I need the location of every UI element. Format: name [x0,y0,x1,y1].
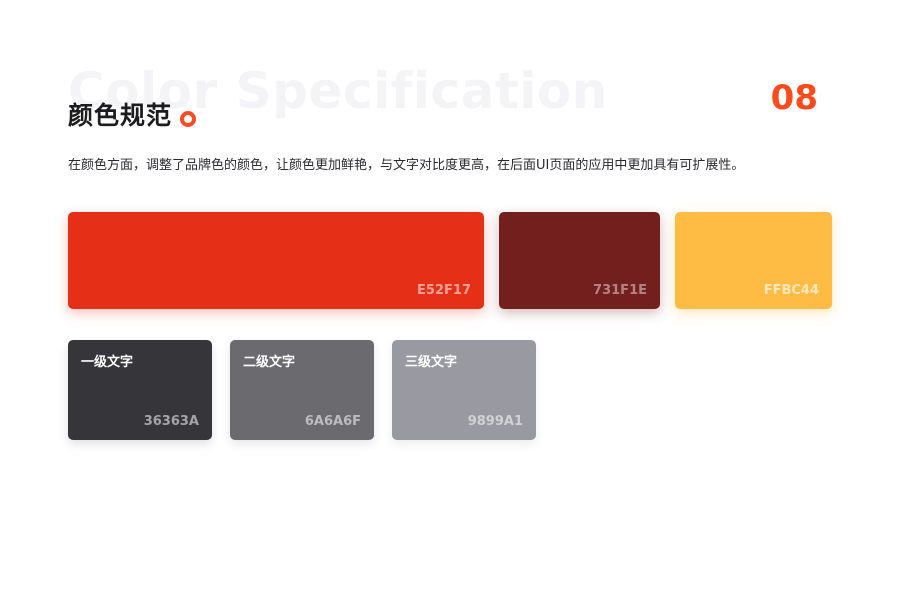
swatch-hex-code: E52F17 [417,283,471,298]
text-color-swatch-tertiary: 三级文字 9899A1 [392,340,536,440]
swatch-label: 二级文字 [243,355,296,370]
swatch-label: 一级文字 [81,355,134,370]
text-color-swatch-secondary: 二级文字 6A6A6F [230,340,374,440]
brand-color-swatch-accent: FFBC44 [675,212,832,309]
swatch-hex-code: 36363A [143,414,199,429]
page-number: 08 [770,78,818,118]
swatch-hex-code: FFBC44 [763,283,819,298]
swatch-label: 三级文字 [405,355,458,370]
text-color-swatch-primary: 一级文字 36363A [68,340,212,440]
swatch-hex-code: 9899A1 [467,414,523,429]
brand-color-swatch-secondary: 731F1E [499,212,660,309]
ring-dot-icon [180,111,197,127]
title-group: 颜色规范 [68,96,197,132]
page-title: 颜色规范 [68,101,173,130]
brand-color-swatch-primary: E52F17 [68,212,484,309]
swatch-hex-code: 6A6A6F [304,414,361,429]
swatch-hex-code: 731F1E [593,283,647,298]
page-description: 在颜色方面，调整了品牌色的颜色，让颜色更加鲜艳，与文字对比度更高，在后面UI页面… [68,158,745,173]
